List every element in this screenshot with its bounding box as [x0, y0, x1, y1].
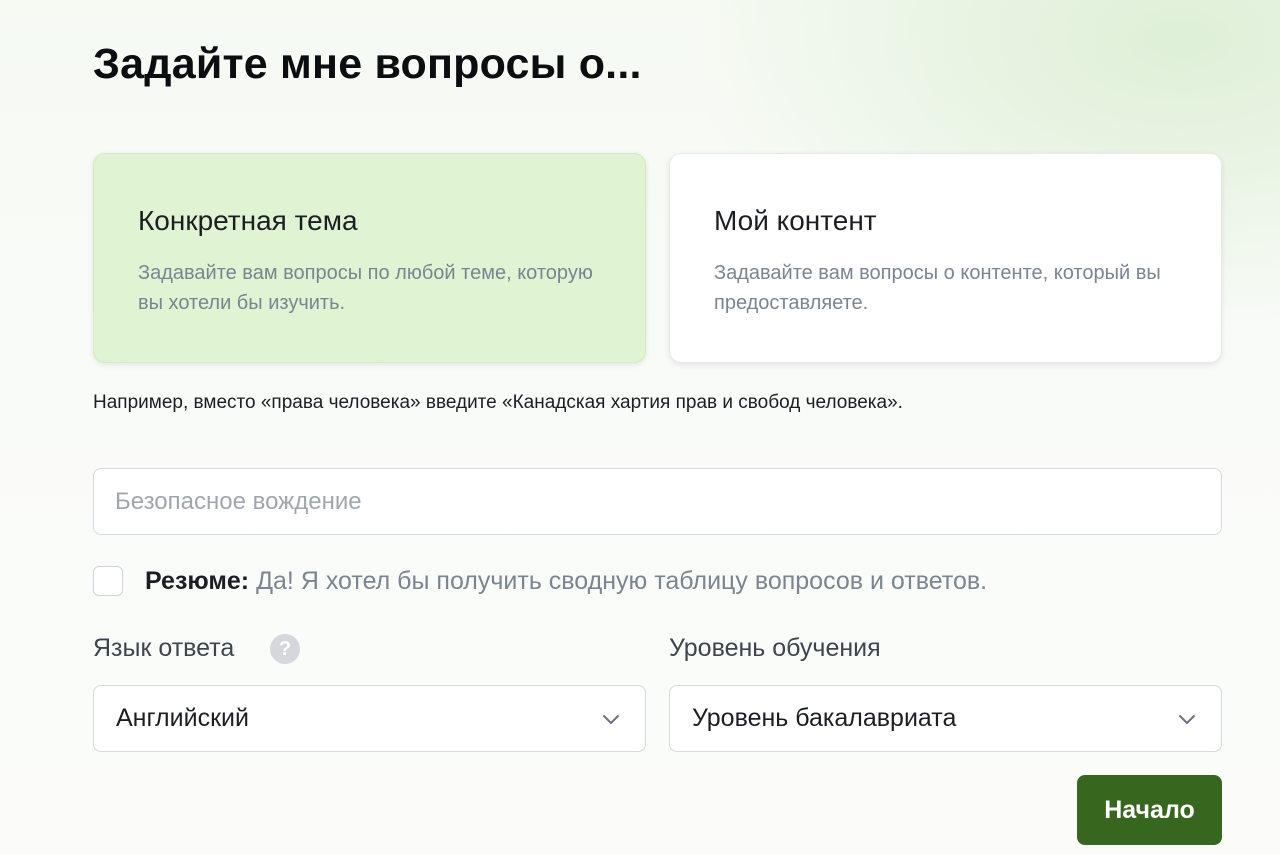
level-select[interactable]: Уровень бакалавриата [669, 685, 1222, 752]
content-card-description: Задавайте вам вопросы о контенте, которы… [714, 262, 1161, 314]
summary-option: Резюме: Да! Я хотел бы получить сводную … [145, 564, 987, 598]
language-label: Язык ответа [93, 634, 235, 662]
level-label: Уровень обучения [669, 634, 881, 662]
content-card-title: Мой контент [714, 205, 877, 236]
topic-hint: Например, вместо «права человека» введит… [93, 392, 903, 413]
topic-card-description: Задавайте вам вопросы по любой теме, кот… [138, 262, 593, 314]
chevron-down-icon [1179, 715, 1195, 724]
topic-mode-card[interactable]: Конкретная тема Задавайте вам вопросы по… [93, 153, 646, 363]
chevron-down-icon [603, 715, 619, 724]
language-select-value: Английский [116, 704, 249, 732]
start-button[interactable]: Начало [1077, 775, 1222, 845]
summary-label: Резюме: [145, 567, 250, 595]
topic-input[interactable] [93, 468, 1222, 535]
question-circle-icon[interactable]: ? [270, 634, 300, 664]
level-select-value: Уровень бакалавриата [692, 704, 957, 732]
summary-checkbox[interactable] [93, 566, 123, 596]
language-select[interactable]: Английский [93, 685, 646, 752]
topic-card-title: Конкретная тема [138, 205, 358, 236]
content-mode-card[interactable]: Мой контент Задавайте вам вопросы о конт… [669, 153, 1222, 363]
page-title: Задайте мне вопросы о... [93, 40, 642, 88]
summary-description: Да! Я хотел бы получить сводную таблицу … [256, 567, 988, 595]
